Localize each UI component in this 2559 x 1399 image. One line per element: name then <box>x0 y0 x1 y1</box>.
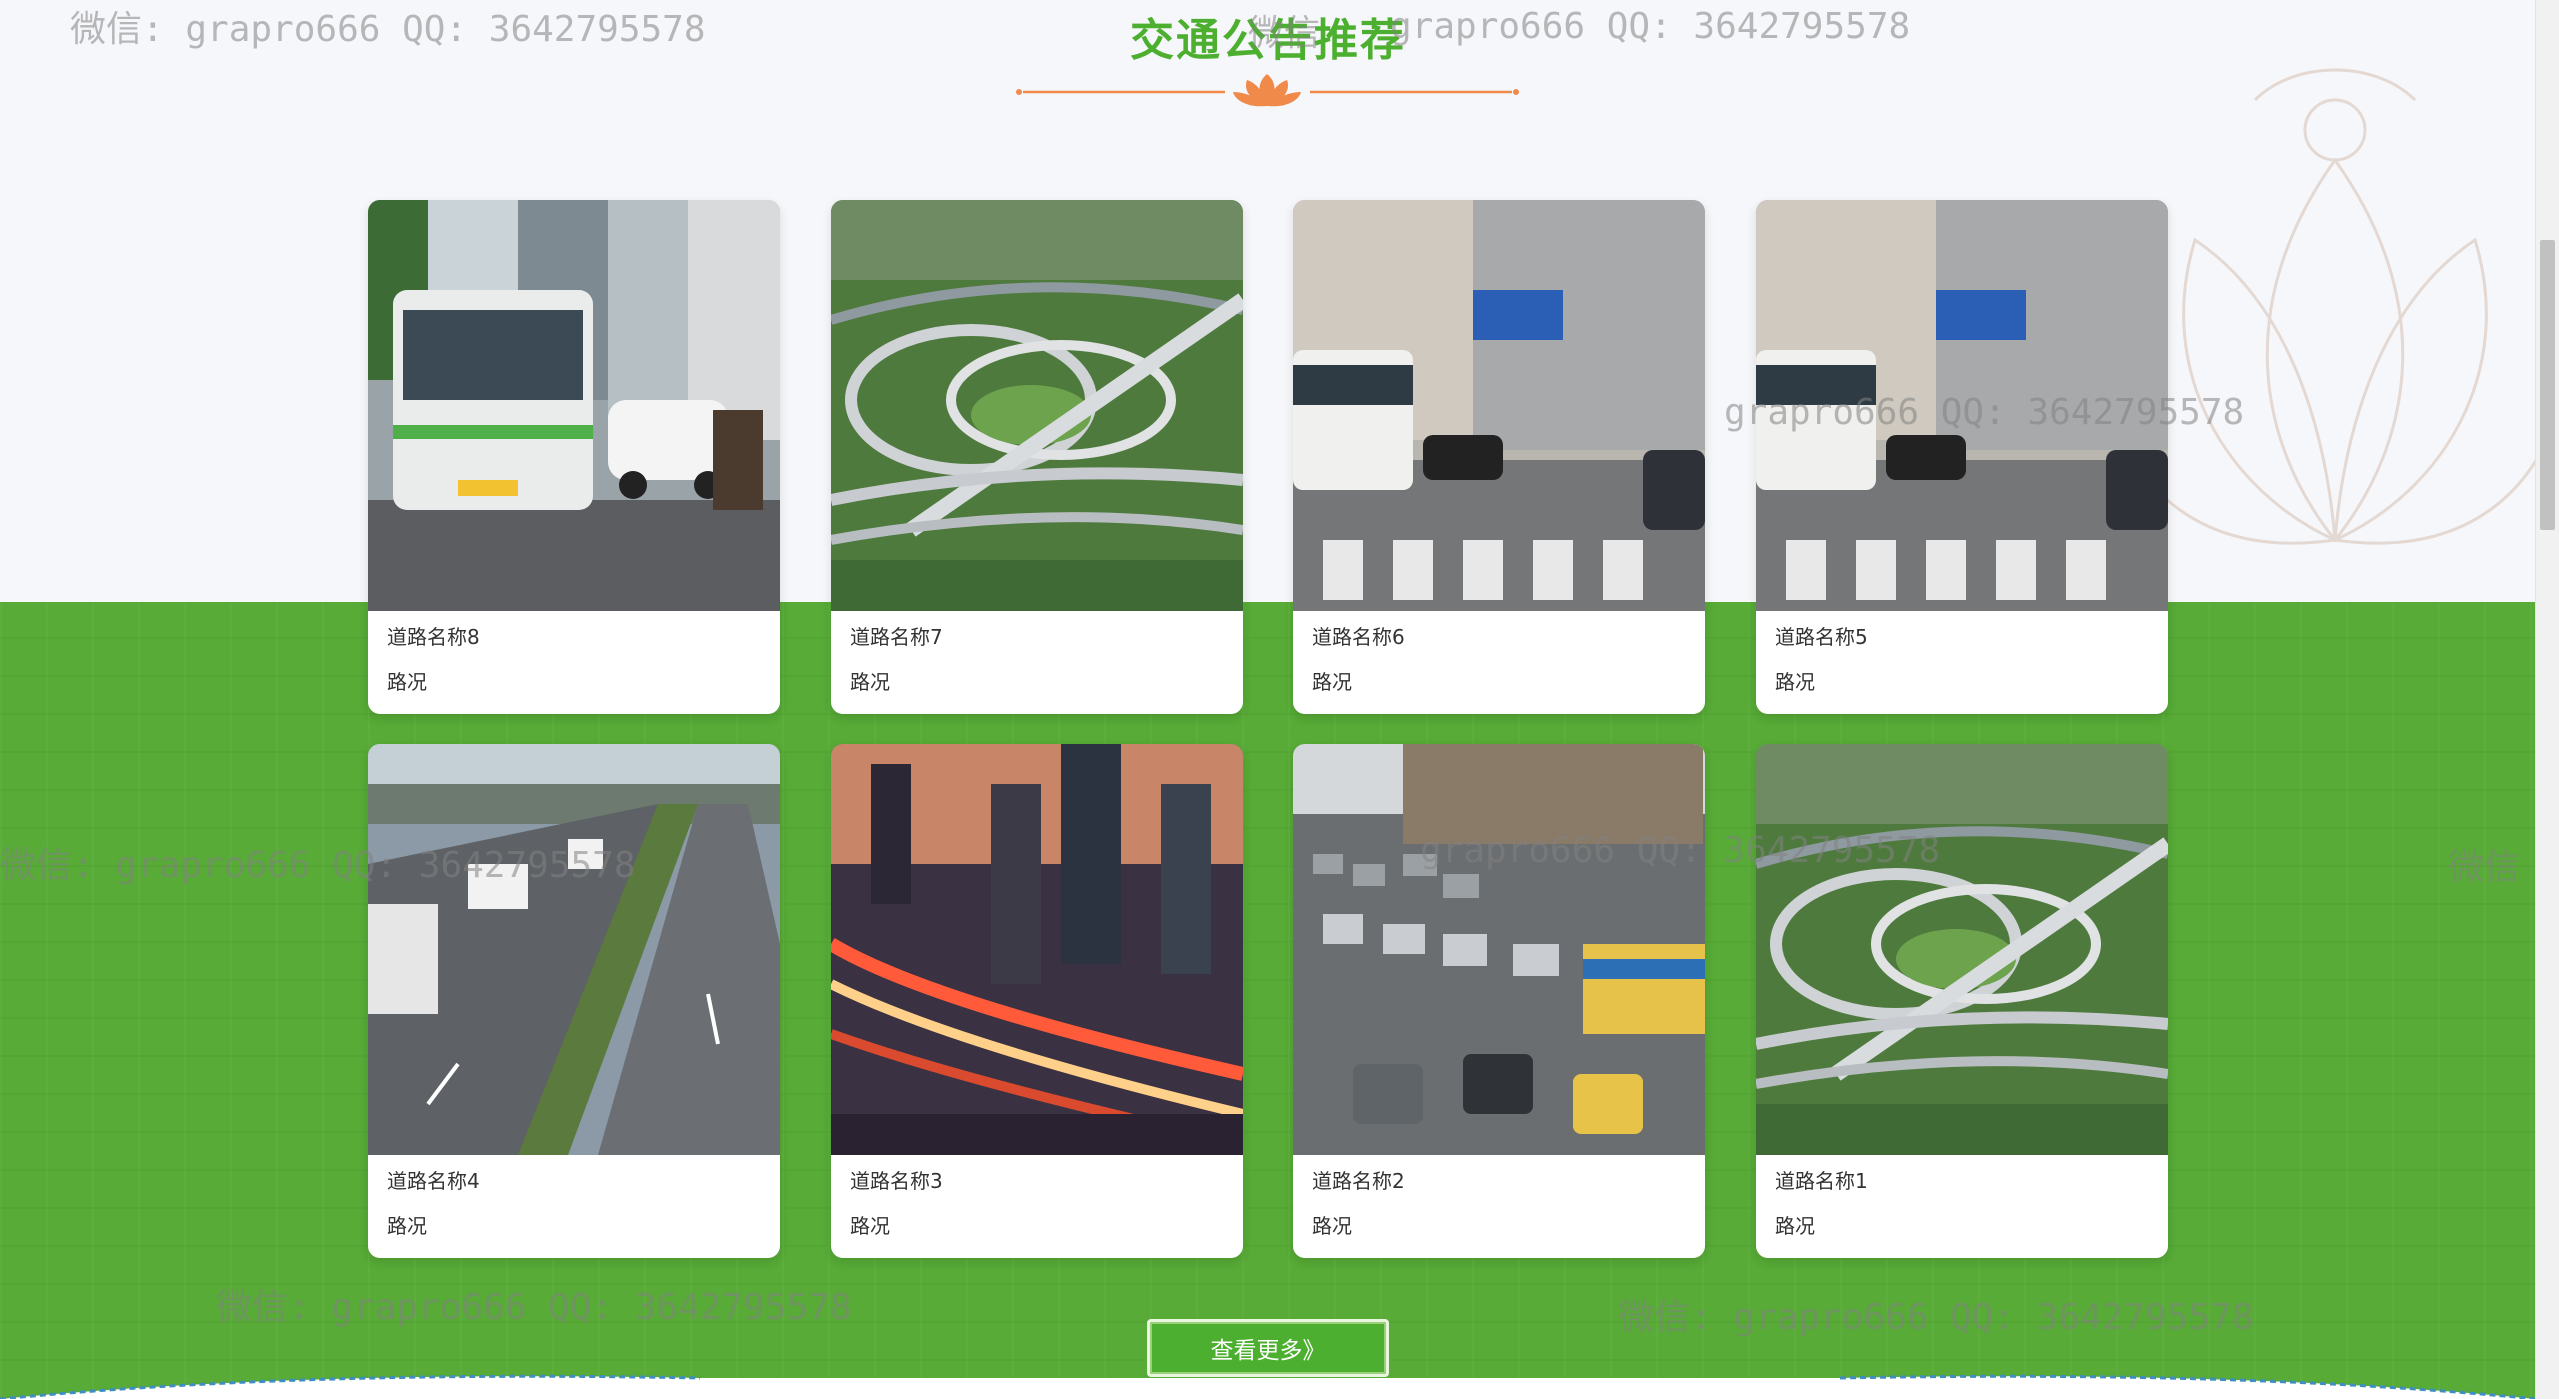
interchange-aerial-photo <box>1756 744 2168 1155</box>
road-status: 路况 <box>1775 670 1815 694</box>
road-card[interactable]: 道路名称5 路况 <box>1756 200 2168 714</box>
road-card[interactable]: 道路名称3 路况 <box>831 744 1243 1258</box>
road-status: 路况 <box>850 1214 890 1238</box>
road-card[interactable]: 道路名称7 路况 <box>831 200 1243 714</box>
road-status: 路况 <box>1775 1214 1815 1238</box>
road-status: 路况 <box>387 1214 427 1238</box>
road-status: 路况 <box>387 670 427 694</box>
section-title: 交通公告推荐 <box>1130 15 1406 66</box>
road-status: 路况 <box>1312 670 1352 694</box>
road-card[interactable]: 道路名称1 路况 <box>1756 744 2168 1258</box>
road-card[interactable]: 道路名称6 路况 <box>1293 200 1705 714</box>
title-divider-lotus-icon <box>1016 74 1519 107</box>
traffic-jam-photo <box>1293 744 1705 1155</box>
road-card[interactable]: 道路名称2 路况 <box>1293 744 1705 1258</box>
road-name: 道路名称8 <box>387 625 480 649</box>
road-status: 路况 <box>1312 1214 1352 1238</box>
road-name: 道路名称4 <box>387 1169 480 1193</box>
road-name: 道路名称3 <box>850 1169 943 1193</box>
page-scrollbar[interactable] <box>2535 0 2559 1399</box>
night-overpass-photo <box>831 744 1243 1155</box>
city-street-bus-photo <box>1293 200 1705 611</box>
road-card[interactable]: 道路名称4 路况 <box>368 744 780 1258</box>
interchange-aerial-photo <box>831 200 1243 611</box>
road-name: 道路名称1 <box>1775 1169 1868 1193</box>
road-name: 道路名称2 <box>1312 1169 1405 1193</box>
bus-street-photo <box>368 200 780 611</box>
road-status: 路况 <box>850 670 890 694</box>
road-card[interactable]: 道路名称8 路况 <box>368 200 780 714</box>
road-name: 道路名称6 <box>1312 625 1405 649</box>
city-street-bus-photo <box>1756 200 2168 611</box>
highway-trucks-photo <box>368 744 780 1155</box>
scrollbar-thumb[interactable] <box>2540 240 2555 530</box>
road-name: 道路名称5 <box>1775 625 1868 649</box>
road-name: 道路名称7 <box>850 625 943 649</box>
lotus-decoration <box>2135 68 2535 545</box>
view-more-button[interactable]: 查看更多》 <box>1147 1319 1389 1377</box>
